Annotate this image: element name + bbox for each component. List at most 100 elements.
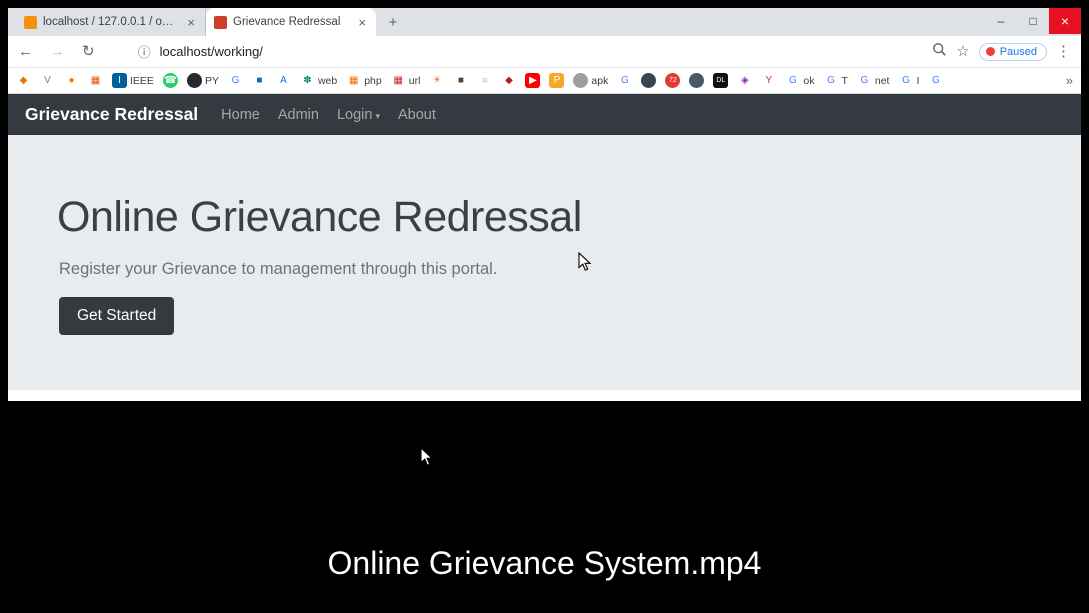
extension-paused-badge[interactable]: Paused [979,43,1047,61]
close-button[interactable]: × [1049,8,1081,34]
bookmark-item[interactable]: G I [898,73,919,88]
bookmark-item[interactable]: G ok [785,73,814,88]
bookmark-favicon-icon: ○ [477,73,492,88]
nav-link-about[interactable]: About [389,107,445,123]
bookmark-label: apk [591,75,608,87]
bookmark-favicon-icon: ▦ [346,73,361,88]
bookmark-favicon-icon: G [823,73,838,88]
bookmark-label: php [364,75,382,87]
bookmark-item[interactable]: PY [187,73,219,88]
bookmark-item[interactable]: DL [713,73,728,88]
window-controls: – □ × [985,8,1081,34]
tab-grievance-redressal[interactable]: Grievance Redressal × [206,8,376,36]
mouse-cursor-secondary [420,447,434,467]
bookmark-favicon-icon: G [857,73,872,88]
bookmark-favicon-icon: P [549,73,564,88]
bookmark-item[interactable]: ◆ [16,73,31,88]
bookmark-item[interactable]: I IEEE [112,73,154,88]
bookmarks-overflow-icon[interactable]: » [1066,73,1073,88]
bookmark-favicon-icon: ◆ [16,73,31,88]
back-icon[interactable]: ← [18,44,33,59]
forward-icon[interactable]: → [50,44,65,59]
bookmark-favicon-icon: ☎ [163,73,178,88]
tab-close-icon[interactable]: × [185,16,197,29]
bookmark-item[interactable]: ◆ [501,73,516,88]
bookmark-item[interactable]: ✽ web [300,73,337,88]
bookmark-favicon-icon: ■ [453,73,468,88]
minimize-button[interactable]: – [985,8,1017,34]
bookmark-favicon-icon: ● [64,73,79,88]
bookmark-item[interactable]: ☀ [429,73,444,88]
bookmark-favicon-icon: 72 [665,73,680,88]
bookmark-item[interactable]: G net [857,73,890,88]
browser-titlebar: localhost / 127.0.0.1 / onlinegrie × Gri… [8,8,1081,36]
address-bar-actions: ☆ Paused ⋮ [932,42,1071,62]
bookmark-item[interactable] [641,73,656,88]
get-started-button[interactable]: Get Started [59,297,174,335]
bookmark-item[interactable]: ○ [477,73,492,88]
bookmark-label: PY [205,75,219,87]
bookmark-item[interactable]: 72 [665,73,680,88]
bookmark-favicon-icon: ■ [252,73,267,88]
bookmark-item[interactable]: Y [761,73,776,88]
bookmark-favicon-icon: Y [761,73,776,88]
maximize-button[interactable]: □ [1017,8,1049,34]
bookmark-item[interactable]: ■ [453,73,468,88]
bookmark-favicon-icon: G [617,73,632,88]
tab-title: localhost / 127.0.0.1 / onlinegrie [43,16,179,28]
bookmark-item[interactable]: ▦ url [391,73,421,88]
bookmark-item[interactable]: G T [823,73,847,88]
bookmark-label: web [318,75,337,87]
bookmark-item[interactable]: P [549,73,564,88]
refresh-icon[interactable]: ↻ [82,44,95,59]
bookmark-item[interactable]: ● [64,73,79,88]
bookmark-item[interactable] [689,73,704,88]
bookmark-label: IEEE [130,75,154,87]
bookmark-item[interactable]: G [617,73,632,88]
bookmark-favicon-icon: G [228,73,243,88]
bookmark-star-icon[interactable]: ☆ [956,44,969,59]
navbar-brand[interactable]: Grievance Redressal [25,104,198,125]
bookmark-item[interactable]: V [40,73,55,88]
bookmark-item[interactable]: ☎ [163,73,178,88]
bookmark-item[interactable]: ▶ [525,73,540,88]
nav-link-admin[interactable]: Admin [269,107,328,123]
bookmark-item[interactable]: A [276,73,291,88]
web-page: Grievance Redressal Home Admin Login▾ Ab… [8,94,1081,401]
tab-favicon-icon [214,16,227,29]
browser-menu-icon[interactable]: ⋮ [1056,44,1071,59]
bookmark-item[interactable]: ▦ php [346,73,382,88]
bookmark-item[interactable]: ▦ [88,73,103,88]
bookmark-item[interactable]: ◈ [737,73,752,88]
tab-close-icon[interactable]: × [356,16,368,29]
bookmark-favicon-icon: ▦ [88,73,103,88]
bookmark-item[interactable]: G [228,73,243,88]
bookmark-item[interactable]: ■ [252,73,267,88]
bookmark-label: T [841,75,847,87]
zoom-icon[interactable] [932,42,947,62]
bookmark-favicon-icon: V [40,73,55,88]
new-tab-button[interactable]: + [380,9,406,35]
bookmarks-bar: ◆ V ● ▦ I IEEE ☎ PY G ■ A ✽ web [8,68,1081,94]
paused-label: Paused [1000,46,1037,58]
bookmarks-list: ◆ V ● ▦ I IEEE ☎ PY G ■ A ✽ web [16,73,952,88]
bookmark-favicon-icon [641,73,656,88]
bookmark-label: ok [803,75,814,87]
bookmark-item[interactable]: apk [573,73,608,88]
bookmark-favicon-icon: G [928,73,943,88]
nav-link-home[interactable]: Home [212,107,269,123]
chevron-down-icon: ▾ [375,111,380,121]
page-info-icon[interactable]: ⓘ [138,42,151,61]
bookmark-label: I [916,75,919,87]
bookmark-item[interactable]: G [928,73,943,88]
tab-phpmyadmin[interactable]: localhost / 127.0.0.1 / onlinegrie × [16,8,206,36]
bookmark-favicon-icon: I [112,73,127,88]
hero-jumbotron: Online Grievance Redressal Register your… [8,135,1081,390]
bookmark-favicon-icon: ☀ [429,73,444,88]
tab-favicon-icon [24,16,37,29]
nav-link-login-label: Login [337,107,372,123]
bookmark-favicon-icon: DL [713,73,728,88]
url-input[interactable]: localhost/working/ [160,44,933,59]
bookmark-favicon-icon [573,73,588,88]
nav-link-login[interactable]: Login▾ [328,107,389,123]
